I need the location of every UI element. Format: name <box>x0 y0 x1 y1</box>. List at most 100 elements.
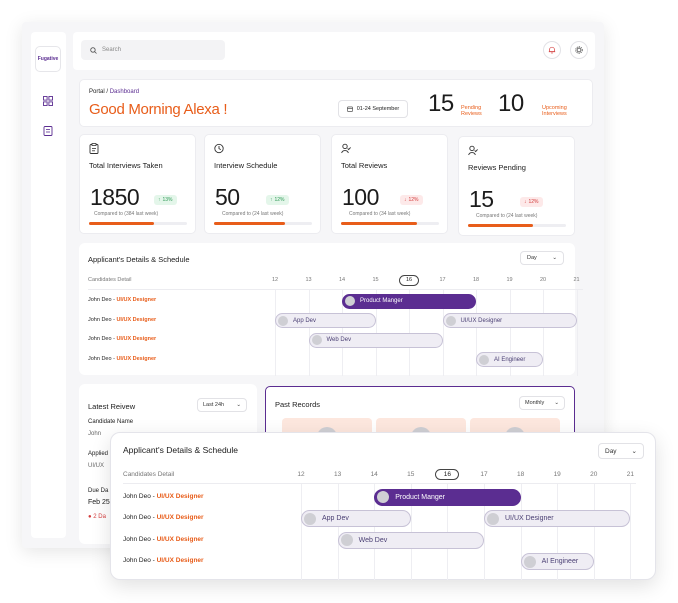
event-label: AI Engineer <box>494 356 526 363</box>
breadcrumb-root[interactable]: Portal <box>89 89 105 95</box>
day-label[interactable]: 19 <box>550 471 564 478</box>
avatar <box>445 315 456 326</box>
stat-title: Reviews Pending <box>468 163 526 172</box>
schedule-range-value: Day <box>605 447 617 455</box>
avatar <box>479 354 489 365</box>
compare-text: Compared to (384 last week) <box>94 211 159 217</box>
day-label[interactable]: 21 <box>570 277 584 283</box>
candidate-row[interactable]: John Deo - UI/UX Designer <box>123 514 204 521</box>
schedule-range-value: Day <box>527 255 537 261</box>
breadcrumb-separator: / <box>106 89 109 95</box>
schedule-event[interactable]: UI/UX Designer <box>484 510 631 527</box>
stat-progress-fill <box>468 224 533 227</box>
latest-range-select[interactable]: Last 24h ⌄ <box>197 398 247 412</box>
greeting-title: Good Morning Alexa ! <box>89 101 228 118</box>
schedule-event[interactable]: UI/UX Designer <box>442 313 577 328</box>
day-label[interactable]: 15 <box>404 471 418 478</box>
stat-card[interactable]: Reviews Pending 15 ↓ 12% Compared to (24… <box>458 136 575 236</box>
search-input[interactable]: Search <box>81 40 225 60</box>
candidate-row[interactable]: John Deo - UI/UX Designer <box>88 317 156 323</box>
greeting-panel: Portal / Dashboard Good Morning Alexa ! … <box>79 79 593 127</box>
avatar <box>487 512 499 525</box>
stat-progress-fill <box>89 222 154 225</box>
schedule-range-select[interactable]: Day ⌄ <box>520 251 564 265</box>
stat-value: 1850 <box>90 184 140 210</box>
schedule-panel-zoomed: Applicant's Details & Schedule Day ⌄ Candid… <box>110 432 656 580</box>
event-label: Product Manger <box>395 493 445 501</box>
change-value: 12% <box>528 199 539 205</box>
candidate-name: John Deo - <box>123 557 157 565</box>
day-label[interactable]: 13 <box>331 471 345 478</box>
schedule-event[interactable]: App Dev <box>275 313 376 328</box>
schedule-event[interactable]: Product Manger <box>374 488 521 506</box>
schedule-event[interactable]: Web Dev <box>308 332 443 348</box>
candidate-row[interactable]: John Deo - UI/UX Designer <box>123 493 204 500</box>
day-label[interactable]: 18 <box>469 277 483 283</box>
document-icon[interactable] <box>43 126 53 136</box>
arrow-up-icon: ↑ <box>270 197 273 203</box>
candidate-row[interactable]: John Deo - UI/UX Designer <box>88 336 156 342</box>
change-badge: ↓ 12% <box>400 195 423 205</box>
schedule-event[interactable]: Web Dev <box>337 531 484 549</box>
schedule-event[interactable]: Product Manger <box>342 293 476 309</box>
past-range-select[interactable]: Monthly ⌄ <box>519 396 565 410</box>
stat-progress-fill <box>341 222 418 225</box>
schedule-event[interactable]: App Dev <box>301 510 411 527</box>
stat-progress <box>89 222 187 225</box>
candidate-name: John Deo - <box>88 316 117 323</box>
candidate-row[interactable]: John Deo - UI/UX Designer <box>88 297 156 303</box>
event-label: Web Dev <box>358 536 388 544</box>
day-label[interactable]: 17 <box>477 471 491 478</box>
day-label[interactable]: 12 <box>268 277 282 283</box>
due-status: ● 2 Da <box>88 514 106 520</box>
candidate-name: John Deo - <box>123 514 157 522</box>
stat-value: 50 <box>215 184 240 210</box>
stat-value: 100 <box>342 184 379 210</box>
schedule-event[interactable]: AI Engineer <box>476 352 543 367</box>
day-label[interactable]: 20 <box>587 471 601 478</box>
stat-card[interactable]: Total Reviews 100 ↓ 12% Compared to (34 … <box>331 134 448 234</box>
day-label[interactable]: 21 <box>623 471 637 478</box>
candidate-name: John Deo - <box>123 535 157 543</box>
day-label[interactable]: 20 <box>536 277 550 283</box>
candidate-row[interactable]: John Deo - UI/UX Designer <box>88 356 156 362</box>
change-badge: ↑ 13% <box>154 195 177 205</box>
day-label[interactable]: 19 <box>503 277 517 283</box>
day-label[interactable]: 15 <box>369 277 383 283</box>
grid-icon[interactable] <box>43 96 53 106</box>
stat-card[interactable]: Total Interviews Taken 1850 ↑ 13% Compar… <box>79 134 196 234</box>
app-logo[interactable]: Fugative <box>35 46 61 72</box>
candidate-row[interactable]: John Deo - UI/UX Designer <box>123 557 204 564</box>
candidate-role: UI/UX Designer <box>156 492 204 500</box>
day-label[interactable]: 16 <box>399 275 419 286</box>
candidate-row[interactable]: John Deo - UI/UX Designer <box>123 536 204 543</box>
day-label[interactable]: 17 <box>436 277 450 283</box>
grid-line <box>275 290 276 376</box>
candidate-value: John <box>88 431 102 437</box>
date-range-picker[interactable]: 01-24 September <box>338 100 408 118</box>
settings-button[interactable] <box>570 41 588 59</box>
day-label[interactable]: 14 <box>335 277 349 283</box>
day-label[interactable]: 16 <box>435 468 460 481</box>
day-label[interactable]: 12 <box>294 471 308 478</box>
candidate-role: UI/UX Designer <box>156 557 204 565</box>
event-label: AI Engineer <box>541 558 579 565</box>
day-label[interactable]: 13 <box>302 277 316 283</box>
day-label[interactable]: 14 <box>367 471 381 478</box>
stat-card[interactable]: Interview Schedule 50 ↑ 12% Compared to … <box>204 134 321 234</box>
top-bar: Search <box>73 32 595 70</box>
schedule-event[interactable]: AI Engineer <box>520 553 594 570</box>
grid-line <box>593 484 595 580</box>
event-label: App Dev <box>322 515 349 522</box>
latest-review-title: Latest Reivew <box>88 402 136 411</box>
notifications-button[interactable] <box>543 41 561 59</box>
schedule-range-select[interactable]: Day ⌄ <box>598 443 644 459</box>
due-label: Due Da <box>88 488 109 494</box>
clipboard-icon <box>89 143 99 154</box>
avatar <box>523 555 536 568</box>
day-label[interactable]: 18 <box>514 471 528 478</box>
candidate-role: UI/UX Designer <box>116 336 157 343</box>
stat-progress <box>468 224 566 227</box>
avatar <box>345 296 355 306</box>
candidate-role: UI/UX Designer <box>116 355 157 362</box>
